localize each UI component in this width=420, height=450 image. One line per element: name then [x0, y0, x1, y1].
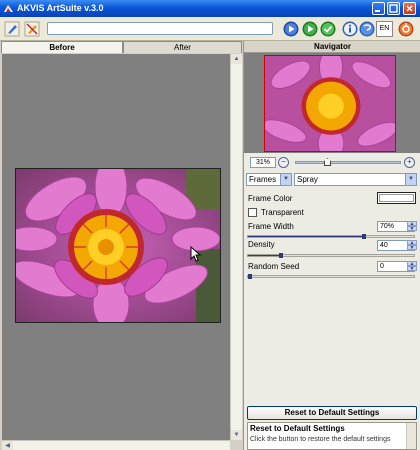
frame-width-label: Frame Width [248, 222, 294, 231]
view-tabs: Before After [0, 41, 243, 53]
navigator-preview[interactable] [244, 53, 420, 153]
effect-value: Frames [249, 175, 277, 184]
close-button[interactable] [403, 2, 416, 15]
hint-body: Click the button to restore the default … [250, 436, 391, 443]
effect-dropdown[interactable]: Frames ▼ [246, 173, 292, 186]
zoom-value[interactable]: 31% [250, 157, 276, 168]
hint-title: Reset to Default Settings [250, 424, 345, 433]
frame-color-label: Frame Color [248, 194, 293, 203]
status-field [47, 22, 273, 35]
density-slider[interactable] [247, 253, 415, 258]
zoom-slider-thumb[interactable] [324, 158, 331, 166]
random-seed-slider[interactable] [247, 274, 415, 279]
scroll-left-icon[interactable]: ◀ [2, 441, 13, 450]
zoom-out-icon[interactable]: − [278, 157, 289, 168]
settings-panel: Navigator 31% − + Frames ▼ Spray ▼ Frame… [243, 41, 420, 450]
zoom-slider[interactable] [295, 161, 401, 164]
minimize-button[interactable] [372, 2, 385, 15]
clear-brush-icon[interactable] [24, 21, 40, 37]
hint-scrollbar[interactable] [406, 423, 416, 449]
transparent-label: Transparent [261, 208, 304, 217]
apply-icon[interactable] [320, 21, 336, 37]
transparent-checkbox[interactable] [248, 208, 257, 217]
brush-icon[interactable] [4, 21, 20, 37]
frame-width-slider[interactable] [247, 234, 415, 239]
tab-before[interactable]: Before [1, 41, 123, 53]
chevron-down-icon[interactable]: ▼ [280, 174, 291, 185]
random-seed-label: Random Seed [248, 262, 300, 271]
canvas-horizontal-scrollbar[interactable]: ◀ [2, 440, 230, 450]
density-spinner[interactable]: ▲ ▼ [407, 240, 417, 251]
reset-defaults-button[interactable]: Reset to Default Settings [247, 406, 417, 420]
help-icon[interactable] [359, 21, 375, 37]
mouse-cursor-icon [190, 246, 201, 262]
settings-icon[interactable] [398, 21, 414, 37]
language-button[interactable]: EN [376, 21, 393, 37]
density-label: Density [248, 240, 275, 249]
chevron-down-icon[interactable]: ▼ [405, 174, 416, 185]
frame-color-swatch[interactable] [377, 192, 416, 204]
frame-type-value: Spray [297, 175, 318, 184]
hint-box: Reset to Default Settings Click the butt… [247, 422, 417, 450]
window-title: AKVIS ArtSuite v.3.0 [17, 3, 104, 13]
play-icon[interactable] [283, 21, 299, 37]
navigator-title: Navigator [244, 41, 420, 53]
app-logo-icon [4, 5, 13, 12]
scroll-up-icon[interactable]: ▲ [231, 54, 242, 64]
frame-width-spinner[interactable]: ▲ ▼ [407, 221, 417, 232]
title-bar: AKVIS ArtSuite v.3.0 [0, 0, 420, 17]
frame-type-dropdown[interactable]: Spray ▼ [294, 173, 417, 186]
forward-icon[interactable] [302, 21, 318, 37]
zoom-in-icon[interactable]: + [404, 157, 415, 168]
maximize-button[interactable] [387, 2, 400, 15]
scroll-down-icon[interactable]: ▼ [231, 430, 242, 440]
tab-after[interactable]: After [123, 41, 242, 53]
canvas-vertical-scrollbar[interactable]: ▲ ▼ [230, 54, 242, 440]
random-seed-spinner[interactable]: ▲ ▼ [407, 261, 417, 272]
toolbar: EN [0, 17, 420, 41]
info-icon[interactable] [342, 21, 358, 37]
navigator-thumbnail[interactable] [264, 55, 396, 152]
